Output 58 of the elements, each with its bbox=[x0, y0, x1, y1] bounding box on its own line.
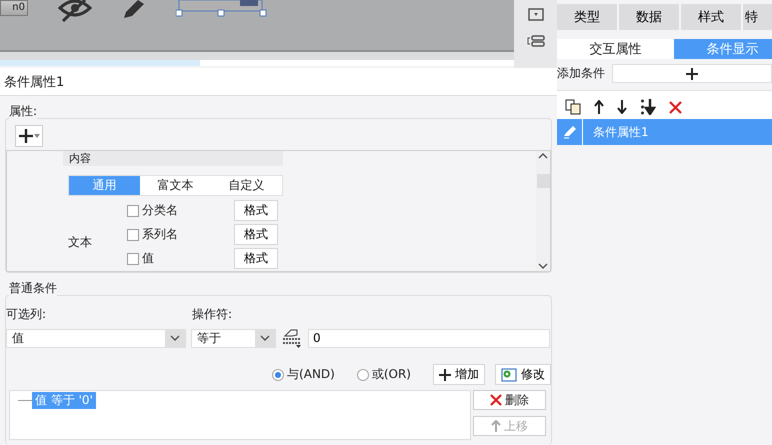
column-select[interactable]: 值 bbox=[6, 328, 186, 348]
checkbox-label: 值 bbox=[142, 250, 154, 267]
format-button[interactable]: 格式 bbox=[234, 248, 278, 269]
radio-label: 与(AND) bbox=[287, 366, 335, 383]
checkbox-label: 系列名 bbox=[142, 226, 178, 243]
checkbox[interactable] bbox=[127, 228, 139, 240]
chevron-down-icon[interactable] bbox=[260, 335, 270, 341]
panel-tab[interactable]: 数据 bbox=[619, 4, 679, 30]
checkbox-label: 分类名 bbox=[142, 202, 178, 219]
caret-icon bbox=[34, 134, 40, 138]
arrow-up-icon[interactable] bbox=[594, 100, 604, 114]
arrow-up-icon bbox=[491, 420, 501, 432]
plus-icon bbox=[439, 368, 451, 380]
close-icon bbox=[490, 394, 502, 406]
content-dropdown[interactable]: 内容 bbox=[63, 151, 283, 166]
layout-icon[interactable] bbox=[526, 35, 544, 47]
plus-icon bbox=[686, 68, 698, 80]
canvas-button[interactable]: n0 bbox=[0, 0, 28, 16]
radio-label: 或(OR) bbox=[372, 366, 411, 383]
copy-icon[interactable] bbox=[565, 99, 581, 115]
add-button[interactable]: 增加 bbox=[433, 364, 485, 385]
arrow-down-icon[interactable] bbox=[617, 100, 627, 114]
panel-tab[interactable]: 类型 bbox=[557, 4, 617, 30]
sub-tab[interactable]: 交互属性 bbox=[557, 39, 674, 59]
chevron-down-icon[interactable] bbox=[170, 335, 180, 341]
plus-icon bbox=[18, 129, 32, 143]
checkbox[interactable] bbox=[127, 252, 139, 264]
field-label: 操作符: bbox=[192, 306, 234, 323]
pencil-icon bbox=[562, 125, 576, 139]
field-label: 可选列: bbox=[6, 306, 48, 323]
radio-button[interactable] bbox=[356, 368, 369, 380]
abc-type-icon[interactable] bbox=[281, 328, 303, 348]
list-item-label: 条件属性1 bbox=[593, 124, 649, 140]
operator-select[interactable]: 等于 bbox=[191, 328, 276, 348]
delete-icon[interactable] bbox=[669, 100, 682, 114]
scrollbar-thumb[interactable] bbox=[536, 174, 550, 188]
delete-button[interactable]: 删除 bbox=[473, 390, 546, 410]
group-legend: 普通条件 bbox=[9, 280, 57, 297]
scrollbar[interactable] bbox=[536, 151, 550, 271]
chevron-down-icon[interactable] bbox=[538, 263, 548, 269]
chevron-up-icon[interactable] bbox=[538, 153, 548, 159]
panel-tab[interactable]: 特 bbox=[743, 4, 772, 30]
radio-button[interactable] bbox=[272, 368, 284, 380]
format-button[interactable]: 格式 bbox=[234, 224, 278, 245]
format-button[interactable]: 格式 bbox=[234, 200, 278, 221]
group-label: 文本 bbox=[67, 234, 93, 251]
dropdown-widget-icon[interactable] bbox=[528, 8, 544, 21]
add-dropdown-button[interactable] bbox=[15, 125, 43, 147]
panel-tab[interactable]: 样式 bbox=[681, 4, 741, 30]
add-condition-label: 添加条件 bbox=[557, 65, 605, 82]
eye-slash-icon[interactable] bbox=[58, 0, 92, 22]
dialog-title: 条件属性1 bbox=[0, 68, 557, 96]
group-legend: 属性: bbox=[9, 103, 38, 120]
move-bottom-icon[interactable] bbox=[640, 99, 656, 115]
checkbox[interactable] bbox=[127, 204, 139, 216]
value-input[interactable]: 0 bbox=[308, 328, 550, 348]
pencil-icon[interactable] bbox=[122, 0, 146, 20]
edit-button[interactable]: 修改 bbox=[495, 364, 551, 385]
